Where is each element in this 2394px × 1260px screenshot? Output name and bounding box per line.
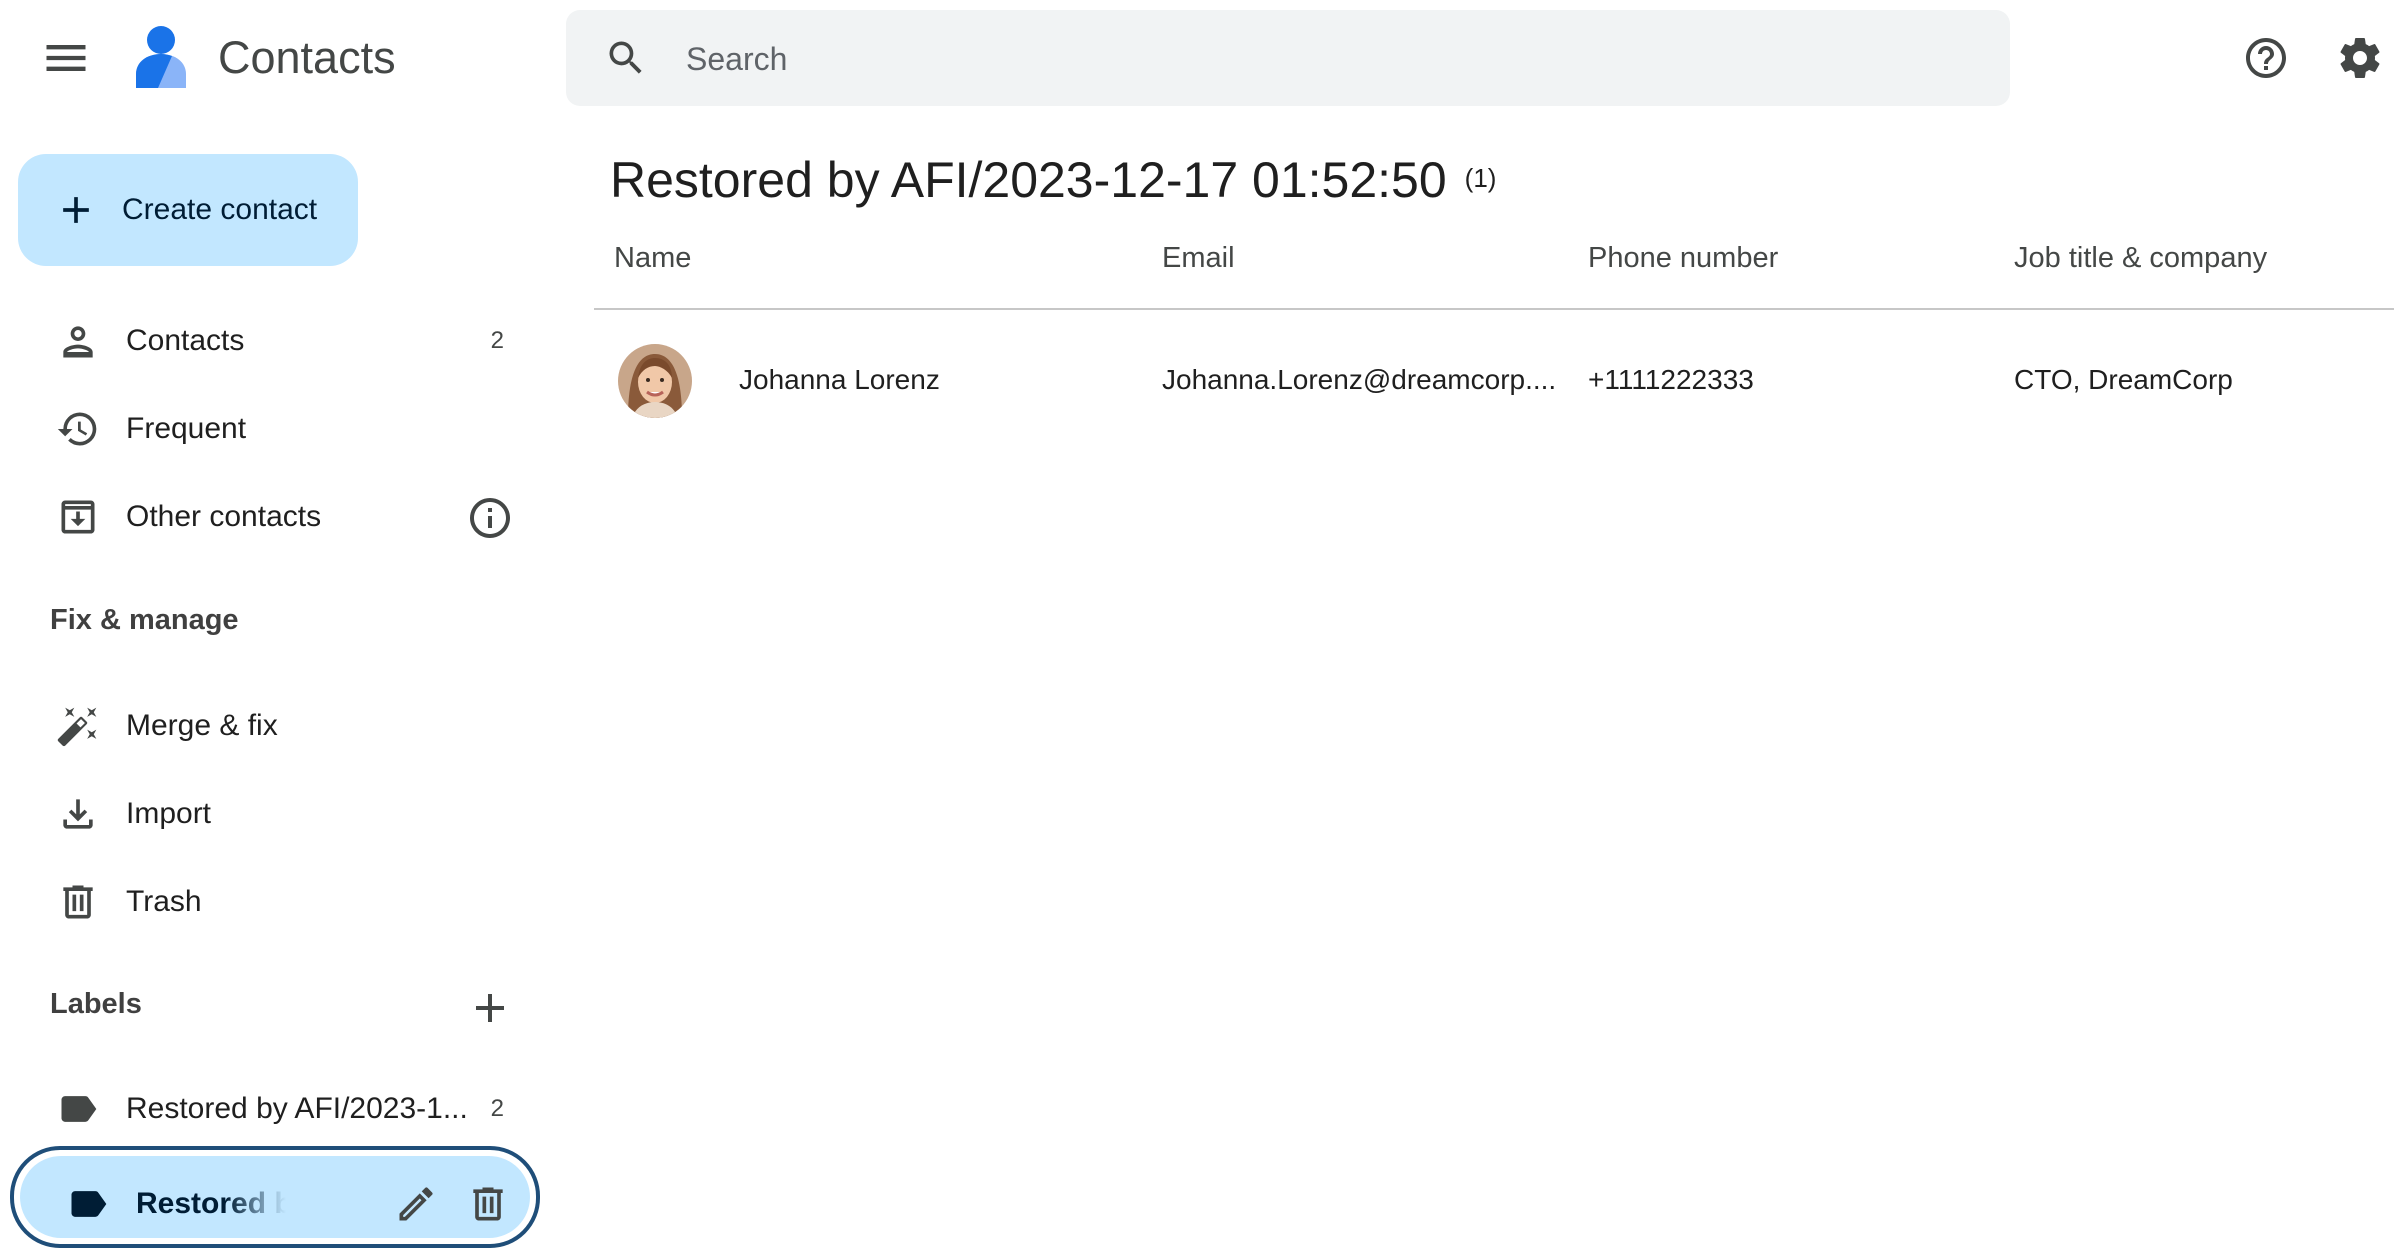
contact-job: CTO, DreamCorp (2014, 364, 2233, 395)
column-header-name[interactable]: Name (614, 240, 691, 276)
sidebar-item-other-contacts[interactable]: Other contacts (18, 481, 518, 553)
sidebar-item-import[interactable]: Import (18, 778, 518, 850)
search-icon[interactable] (604, 36, 648, 80)
contact-name: Johanna Lorenz (739, 364, 940, 395)
magic-wand-icon (57, 707, 97, 747)
page-title: Restored by AFI/2023-12-17 01:52:50 (1) (610, 148, 1496, 216)
settings-button[interactable] (2336, 34, 2384, 82)
delete-label-icon[interactable] (466, 1182, 510, 1226)
create-contact-label: Create contact (122, 193, 318, 226)
other-contacts-info-button[interactable] (466, 494, 514, 542)
main-menu-button[interactable] (40, 32, 92, 84)
column-header-job[interactable]: Job title & company (2014, 240, 2267, 276)
history-icon (57, 412, 97, 446)
contacts-count: 2 (490, 327, 504, 354)
sidebar-item-merge-fix[interactable]: Merge & fix (18, 690, 518, 762)
sidebar-item-label: Contacts (126, 324, 245, 357)
create-label-button[interactable] (466, 984, 514, 1032)
label-icon (71, 1191, 107, 1217)
archive-down-icon (61, 500, 95, 534)
header-divider (594, 308, 2394, 310)
table-row[interactable]: Johanna Lorenz Johanna.Lorenz@dreamcorp.… (594, 340, 2394, 422)
labels-heading: Labels (50, 988, 142, 1020)
sidebar-item-label: Restored by AFI/2023-12-17 01:52:50 (136, 1187, 286, 1220)
sidebar-item-label: Merge & fix (126, 709, 278, 742)
sidebar-item-label: Trash (126, 885, 202, 918)
trash-icon (63, 885, 93, 919)
column-header-email[interactable]: Email (1162, 240, 1235, 276)
sidebar-item-contacts[interactable]: Contacts 2 (18, 305, 518, 377)
selected-label-highlight: Restored by AFI/2023-12-17 01:52:50 (20, 1156, 530, 1238)
sidebar-item-label: Restored by AFI/2023-1... (126, 1092, 468, 1125)
help-icon (2246, 38, 2286, 78)
label-count: 2 (490, 1095, 504, 1122)
info-icon (470, 498, 510, 538)
column-header-phone[interactable]: Phone number (1588, 240, 1778, 276)
page-title-text: Restored by AFI/2023-12-17 01:52:50 (610, 152, 1447, 208)
sidebar-item-trash[interactable]: Trash (18, 866, 518, 938)
fix-manage-heading: Fix & manage (50, 604, 239, 636)
search-input[interactable] (684, 28, 1888, 90)
person-icon (63, 326, 93, 358)
contact-email: Johanna.Lorenz@dreamcorp.... (1162, 364, 1557, 395)
help-button[interactable] (2242, 34, 2290, 82)
sidebar-item-label: Other contacts (126, 500, 322, 533)
sidebar-item-label: Import (126, 797, 212, 830)
settings-icon (2340, 37, 2380, 78)
download-icon (63, 799, 93, 829)
contacts-logo[interactable] (128, 22, 194, 92)
app-title: Contacts (218, 32, 396, 83)
sidebar-item-label: Frequent (126, 412, 247, 445)
search-bar[interactable] (566, 10, 2010, 106)
plus-icon (63, 197, 89, 223)
sidebar-label-restored-selected[interactable]: Restored by AFI/2023-12-17 01:52:50 (10, 1146, 540, 1248)
plus-icon (476, 994, 504, 1022)
sidebar-label-restored-1[interactable]: Restored by AFI/2023-1... 2 (18, 1073, 518, 1145)
contact-phone: +1111222333 (1588, 364, 1754, 395)
sidebar-item-frequent[interactable]: Frequent (18, 393, 518, 465)
create-contact-button[interactable]: Create contact (18, 154, 358, 266)
menu-icon (46, 45, 86, 71)
avatar (618, 344, 692, 418)
page-title-count: (1) (1464, 162, 1497, 193)
edit-label-icon[interactable] (394, 1182, 438, 1226)
label-icon (61, 1096, 97, 1122)
